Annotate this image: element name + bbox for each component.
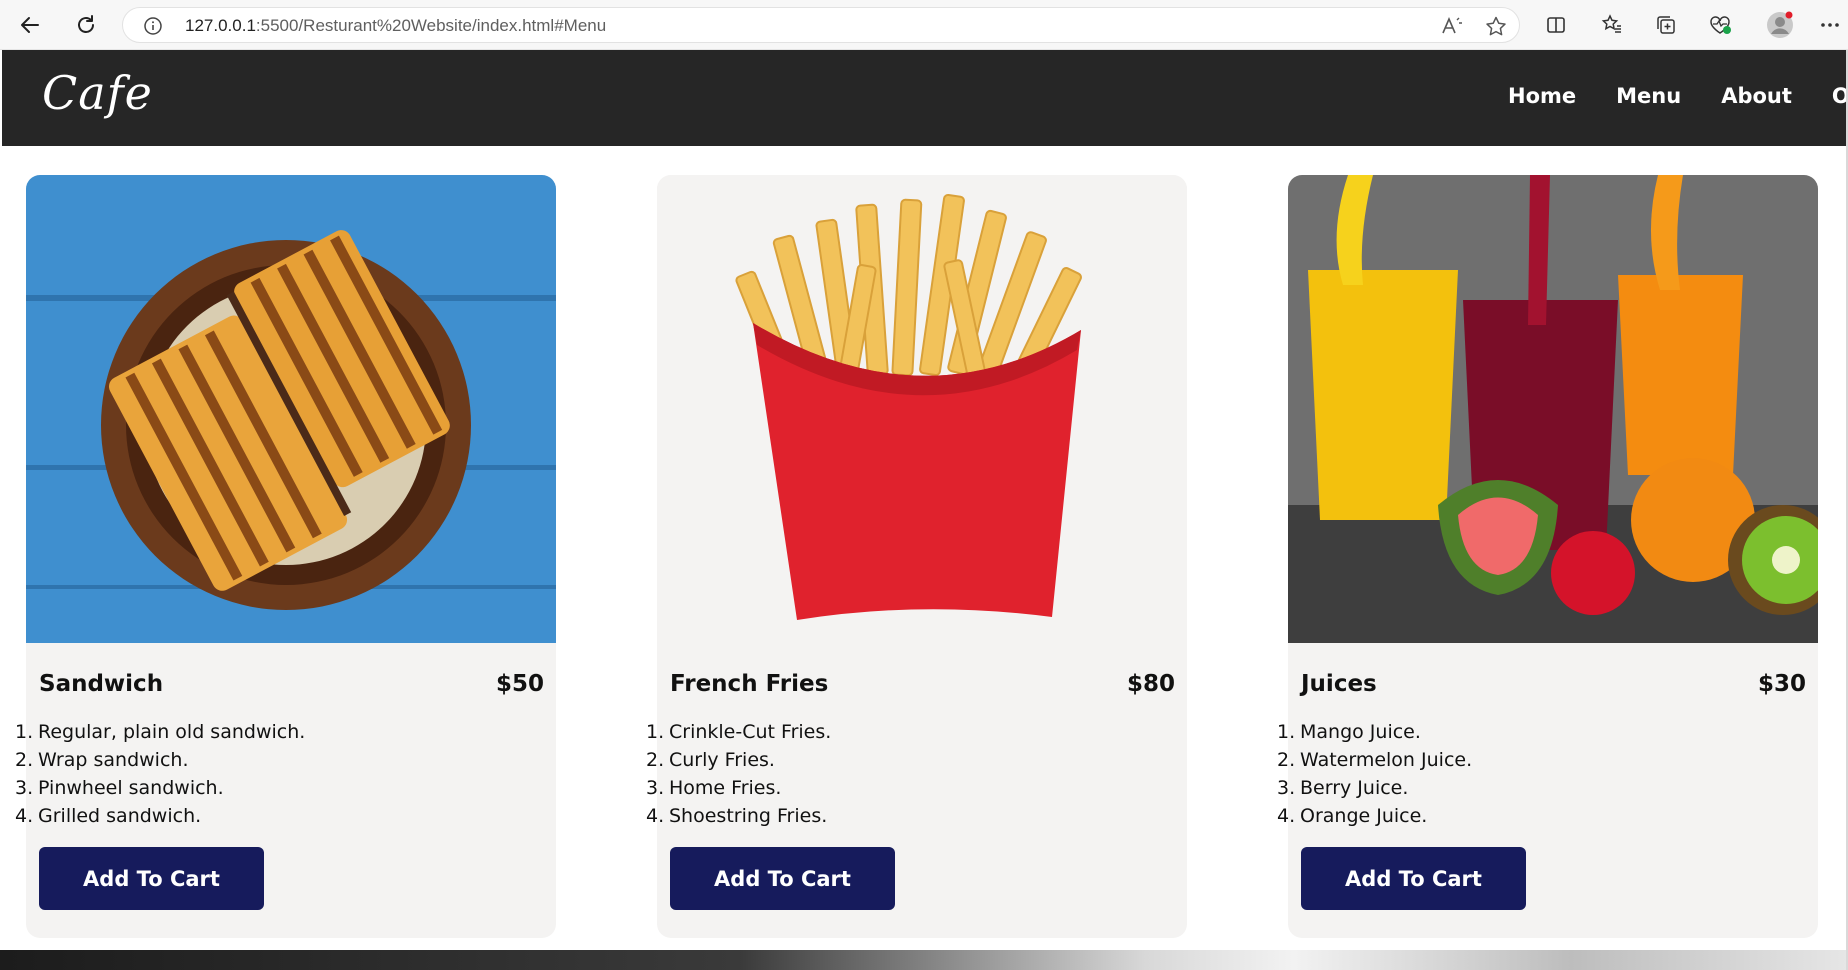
- refresh-icon[interactable]: [70, 9, 102, 41]
- list-item: 2. Wrap sandwich.: [15, 749, 189, 771]
- split-screen-icon[interactable]: [1540, 9, 1572, 41]
- variety-list: 1. Mango Juice. 2. Watermelon Juice. 3. Ber…: [1277, 718, 1473, 830]
- variety-list: 1. Crinkle-Cut Fries. 2. Curly Fries. 3. Ho…: [646, 718, 832, 830]
- add-to-cart-button[interactable]: Add To Cart: [1301, 847, 1526, 910]
- card-price: $30: [1757, 671, 1806, 697]
- list-item-text: Wrap sandwich.: [38, 749, 189, 771]
- list-item: 1. Regular, plain old sandwich.: [15, 721, 306, 743]
- more-options-icon[interactable]: [1814, 9, 1846, 41]
- list-item-text: Orange Juice.: [1300, 805, 1428, 827]
- add-to-cart-button[interactable]: Add To Cart: [39, 847, 264, 910]
- menu-section: Sandwich $50 1. Regular, plain old sandwi…: [0, 146, 1848, 950]
- list-item: 2. Watermelon Juice.: [1277, 749, 1473, 771]
- navbar: Cafe Home Menu About Order: [2, 50, 1848, 146]
- menu-card-french-fries: French Fries $80 1. Crinkle-Cut Fries. 2.…: [646, 175, 1187, 938]
- french-fries-image: [657, 175, 1187, 643]
- list-item: 4. Grilled sandwich.: [15, 805, 202, 827]
- address-bar[interactable]: 127.0.0.1:5500/Resturant%20Website/index…: [122, 7, 1520, 43]
- nav-link-home[interactable]: Home: [1508, 84, 1576, 108]
- list-item: 1. Mango Juice.: [1277, 721, 1421, 743]
- list-item: 3. Home Fries.: [646, 777, 782, 799]
- browser-essentials-icon[interactable]: [1704, 9, 1736, 41]
- nav-link-about[interactable]: About: [1721, 84, 1792, 108]
- card-price: $50: [495, 671, 544, 697]
- list-item-text: Regular, plain old sandwich.: [38, 721, 306, 743]
- list-item: 2. Curly Fries.: [646, 749, 775, 771]
- favorites-icon[interactable]: [1596, 9, 1628, 41]
- back-arrow-icon[interactable]: [14, 9, 46, 41]
- variety-list: 1. Regular, plain old sandwich. 2. Wrap sa…: [15, 718, 306, 830]
- url-text[interactable]: 127.0.0.1:5500/Resturant%20Website/index…: [185, 16, 606, 36]
- menu-card-juices: Juices $30 1. Mango Juice. 2. Watermelon J…: [1277, 175, 1818, 938]
- list-item: 3. Pinwheel sandwich.: [15, 777, 224, 799]
- nav-links: Home Menu About Order: [1508, 84, 1848, 108]
- list-item: 4. Shoestring Fries.: [646, 805, 828, 827]
- url-host: 127.0.0.1: [185, 16, 256, 35]
- nav-link-menu[interactable]: Menu: [1616, 84, 1681, 108]
- list-item-text: Home Fries.: [669, 777, 782, 799]
- website-viewport: Cafe Home Menu About Order: [0, 50, 1848, 970]
- browser-toolbar: 127.0.0.1:5500/Resturant%20Website/index…: [0, 0, 1848, 50]
- juices-image: [1288, 175, 1818, 643]
- card-title: Juices: [1301, 671, 1377, 697]
- list-item-text: Mango Juice.: [1300, 721, 1421, 743]
- next-section-preview: [0, 950, 1848, 970]
- list-item: 4. Orange Juice.: [1277, 805, 1428, 827]
- sandwich-image: [26, 175, 556, 643]
- list-item-text: Grilled sandwich.: [38, 805, 202, 827]
- list-item-text: Watermelon Juice.: [1300, 749, 1473, 771]
- profile-avatar-icon[interactable]: [1764, 9, 1796, 41]
- url-path: :5500/Resturant%20Website/index.html#Men…: [255, 16, 607, 35]
- card-price: $80: [1126, 671, 1175, 697]
- card-title: French Fries: [670, 671, 829, 697]
- add-to-cart-button[interactable]: Add To Cart: [670, 847, 895, 910]
- list-item-text: Berry Juice.: [1300, 777, 1409, 799]
- brand-logo[interactable]: Cafe: [42, 66, 153, 120]
- list-item-text: Pinwheel sandwich.: [38, 777, 224, 799]
- card-title: Sandwich: [39, 671, 164, 697]
- favorite-star-icon[interactable]: [1485, 16, 1507, 36]
- list-item-text: Shoestring Fries.: [669, 805, 828, 827]
- list-item: 3. Berry Juice.: [1277, 777, 1409, 799]
- menu-card-sandwich: Sandwich $50 1. Regular, plain old sandwi…: [15, 175, 556, 938]
- list-item-text: Curly Fries.: [669, 749, 775, 771]
- list-item-text: Crinkle-Cut Fries.: [669, 721, 832, 743]
- info-icon[interactable]: [143, 16, 163, 36]
- read-aloud-icon[interactable]: [1441, 16, 1463, 36]
- list-item: 1. Crinkle-Cut Fries.: [646, 721, 832, 743]
- collections-icon[interactable]: [1650, 9, 1682, 41]
